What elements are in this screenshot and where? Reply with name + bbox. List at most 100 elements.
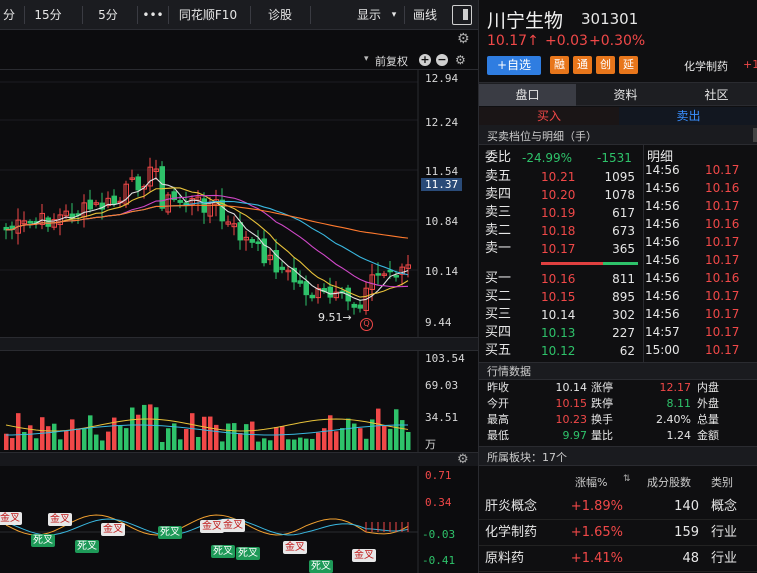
chevron-down-icon[interactable]: ▾ <box>388 5 400 25</box>
sector-name[interactable]: 原料药 <box>485 546 524 572</box>
volume-unit: 万 <box>425 438 436 451</box>
bid-price[interactable]: 10.13 <box>541 324 575 342</box>
golden-cross-badge[interactable]: 金叉 <box>283 541 307 554</box>
last-price: 10.17↑ <box>487 33 539 49</box>
more-periods-button[interactable]: ••• <box>140 5 166 25</box>
volume-pane-header <box>0 337 478 351</box>
chart-settings-gear-icon[interactable]: ⚙ <box>457 31 470 47</box>
golden-cross-badge[interactable]: 金叉 <box>0 512 22 525</box>
volume-axis-low: 34.51 <box>425 411 459 424</box>
sector-row[interactable]: 化学制药 +1.65% 159 行业 <box>479 520 757 546</box>
bid-price[interactable]: 10.15 <box>541 288 575 306</box>
bid-label: 买三 <box>485 307 512 322</box>
volume-bar <box>4 433 9 450</box>
tick-time: 14:56 <box>645 235 680 249</box>
diagnose-button[interactable]: 诊股 <box>258 5 302 25</box>
sell-button[interactable]: 卖出 <box>619 107 757 125</box>
period-15m-button[interactable]: 15分 <box>30 5 66 25</box>
chinext-tag[interactable]: 创 <box>596 56 615 74</box>
ask-price[interactable]: 10.20 <box>541 186 575 204</box>
candle-body <box>303 281 309 296</box>
golden-cross-badge[interactable]: 金叉 <box>101 523 125 536</box>
connect-tag[interactable]: 通 <box>573 56 592 74</box>
volume-bar <box>394 409 399 450</box>
candle-body <box>279 266 285 270</box>
market-label: 最高 <box>487 413 509 426</box>
death-cross-badge[interactable]: 死叉 <box>158 526 182 539</box>
sector-header-type: 类别 <box>711 476 733 489</box>
weibi-diff: -1531 <box>597 151 632 165</box>
market-label: 跌停 <box>591 397 613 410</box>
candle-body <box>357 304 363 309</box>
golden-cross-badge[interactable]: 金叉 <box>221 519 245 532</box>
golden-cross-badge[interactable]: 金叉 <box>48 513 72 526</box>
chart-settings-gear-icon[interactable]: ⚙ <box>455 53 466 67</box>
macd-axis-max: 0.71 <box>425 469 452 482</box>
price-axis-10.84: 10.84 <box>425 215 459 228</box>
zoom-out-icon[interactable]: − <box>436 54 448 66</box>
macd-settings-gear-icon[interactable]: ⚙ <box>457 452 469 467</box>
margin-tag[interactable]: 融 <box>550 56 569 74</box>
tick-time: 14:56 <box>645 165 680 177</box>
f10-button[interactable]: 同花顺F10 <box>172 5 244 25</box>
bid-price[interactable]: 10.14 <box>541 306 575 324</box>
ask-price[interactable]: 10.21 <box>541 168 575 186</box>
sector-header-pct[interactable]: 涨幅% <box>575 474 607 490</box>
buy-button[interactable]: 买入 <box>479 107 619 125</box>
signal-q-icon[interactable]: Q <box>360 318 373 331</box>
volume-bar <box>238 433 243 450</box>
period-1m-button[interactable]: 分 <box>0 5 20 25</box>
chevron-down-icon[interactable]: ▾ <box>364 54 369 64</box>
volume-bar <box>58 439 63 450</box>
market-value: 12.17 <box>659 381 692 394</box>
bid-price[interactable]: 10.12 <box>541 342 575 360</box>
volume-bar <box>280 426 285 450</box>
volume-bar <box>166 428 171 450</box>
sector-name[interactable]: 化学制药 <box>485 520 537 546</box>
period-5m-button[interactable]: 5分 <box>92 5 124 25</box>
volume-bar <box>100 440 105 450</box>
bid-label: 买五 <box>485 343 512 358</box>
delay-tag[interactable]: 延 <box>619 56 638 74</box>
panel-toggle-icon[interactable] <box>452 5 472 25</box>
market-value: 10.23 <box>555 413 588 426</box>
death-cross-badge[interactable]: 死叉 <box>309 560 333 573</box>
ask-price[interactable]: 10.17 <box>541 240 575 258</box>
volume-bar <box>286 439 291 450</box>
kline-chart[interactable] <box>0 70 478 573</box>
low-price-annotation: 9.51→ <box>318 311 352 324</box>
golden-cross-badge[interactable]: 金叉 <box>352 549 376 562</box>
add-watchlist-button[interactable]: +自选 <box>487 56 541 75</box>
death-cross-badge[interactable]: 死叉 <box>211 545 235 558</box>
volume-bar <box>382 425 387 450</box>
tab-orderbook[interactable]: 盘口 <box>479 84 576 106</box>
ask-price[interactable]: 10.18 <box>541 222 575 240</box>
volume-bar <box>244 424 249 450</box>
tab-community[interactable]: 社区 <box>675 84 757 106</box>
death-cross-badge[interactable]: 死叉 <box>31 534 55 547</box>
bid-price[interactable]: 10.16 <box>541 270 575 288</box>
death-cross-badge[interactable]: 死叉 <box>236 547 260 560</box>
sector-name[interactable]: 肝炎概念 <box>485 494 537 520</box>
macd-axis-high: 0.34 <box>425 496 452 509</box>
sort-icon[interactable]: ⇅ <box>623 474 631 484</box>
sector-row[interactable]: 原料药 +1.41% 48 行业 <box>479 546 757 572</box>
display-menu-button[interactable]: 显示 <box>352 5 386 25</box>
death-cross-badge[interactable]: 死叉 <box>75 540 99 553</box>
volume-bar <box>118 425 123 450</box>
ask-price[interactable]: 10.19 <box>541 204 575 222</box>
sector-row[interactable]: 肝炎概念 +1.89% 140 概念 <box>479 494 757 520</box>
scroll-indicator[interactable] <box>753 128 757 142</box>
volume-bar <box>160 441 165 450</box>
adjust-mode-select[interactable]: 前复权 <box>375 53 408 69</box>
volume-bar <box>208 416 213 450</box>
zoom-in-icon[interactable]: + <box>419 54 431 66</box>
tab-profile[interactable]: 资料 <box>577 84 674 106</box>
draw-line-button[interactable]: 画线 <box>408 5 442 25</box>
volume-bar <box>292 439 297 450</box>
tick-time: 14:56 <box>645 181 680 195</box>
volume-bar <box>250 421 255 450</box>
tick-detail-list[interactable]: 14:56 10.17 14:56 10.16 14:56 10.17 14:56 10.16… <box>643 165 757 362</box>
market-value: 10.15 <box>555 397 588 410</box>
sector-name[interactable]: 化学制药 <box>684 58 728 74</box>
